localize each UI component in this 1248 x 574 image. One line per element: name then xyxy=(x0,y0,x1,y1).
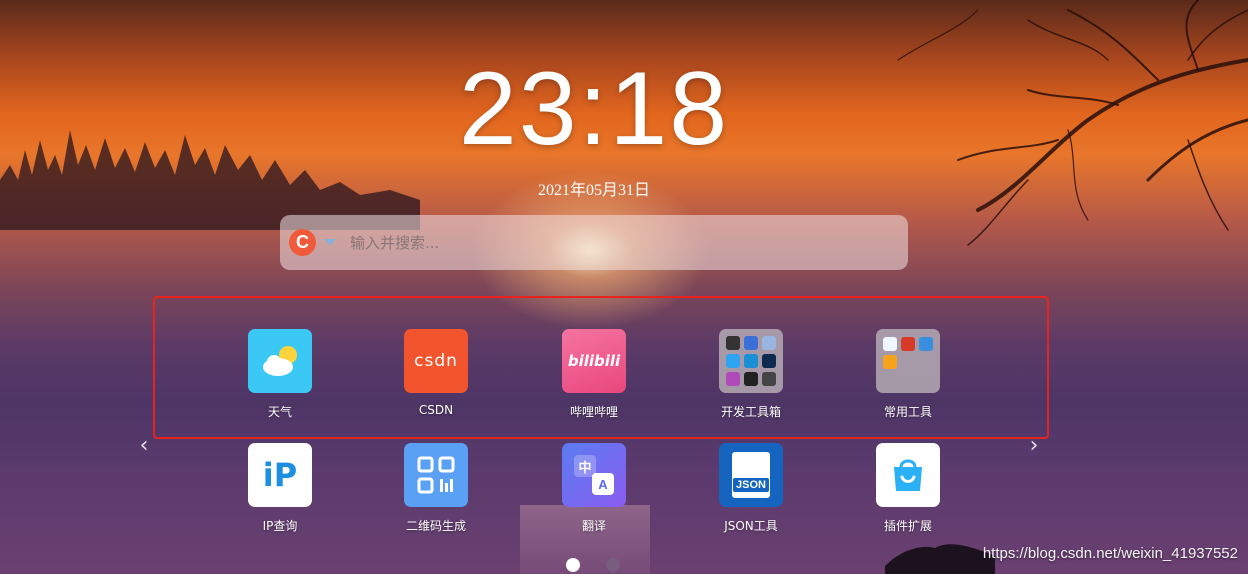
engine-dropdown-icon[interactable] xyxy=(324,239,336,246)
clock-time: 23:18 xyxy=(458,51,730,167)
search-bar[interactable]: C xyxy=(280,215,908,270)
prev-page-arrow-icon[interactable]: ‹ xyxy=(131,432,157,458)
search-input[interactable] xyxy=(350,233,850,252)
ip-icon-text: iP xyxy=(262,456,298,494)
app-weather[interactable]: 天气 xyxy=(230,329,330,420)
qrcode-icon xyxy=(404,443,468,507)
common-tools-folder-icon xyxy=(876,329,940,393)
next-page-arrow-icon[interactable]: › xyxy=(1021,432,1047,458)
page-dot-2[interactable] xyxy=(606,558,620,572)
app-csdn[interactable]: CSDN CSDN xyxy=(386,329,486,417)
json-icon: JSON xyxy=(719,443,783,507)
app-common-tools[interactable]: 常用工具 xyxy=(858,329,958,420)
app-label: CSDN xyxy=(418,403,454,417)
app-label: JSON工具 xyxy=(724,519,778,533)
app-label: 插件扩展 xyxy=(883,519,932,533)
app-bilibili[interactable]: bilibili 哔哩哔哩 xyxy=(544,329,644,420)
app-label: IP查询 xyxy=(262,519,298,533)
app-ip-lookup[interactable]: iP IP查询 xyxy=(230,443,330,534)
app-label: 哔哩哔哩 xyxy=(569,405,618,419)
app-label: 常用工具 xyxy=(883,405,932,419)
translate-icon-top: 中 xyxy=(578,459,592,475)
csdn-icon: CSDN xyxy=(404,329,468,393)
app-label: 天气 xyxy=(267,405,292,419)
translate-icon-bottom: A xyxy=(598,476,608,492)
translate-icon: 中 A xyxy=(562,443,626,507)
app-label: 开发工具箱 xyxy=(720,405,781,419)
csdn-icon-text: CSDN xyxy=(414,351,458,371)
extension-store-icon xyxy=(876,443,940,507)
dev-toolbox-folder-icon xyxy=(719,329,783,393)
app-label: 二维码生成 xyxy=(405,519,466,533)
weather-icon xyxy=(248,329,312,393)
app-qrcode[interactable]: 二维码生成 xyxy=(386,443,486,534)
search-engine-icon[interactable]: C xyxy=(289,229,316,256)
pagination xyxy=(566,558,620,572)
clock-date: 2021年05月31日 xyxy=(537,182,650,199)
app-extensions[interactable]: 插件扩展 xyxy=(858,443,958,534)
app-json-tool[interactable]: JSON JSON工具 xyxy=(701,443,801,534)
ip-lookup-icon: iP xyxy=(248,443,312,507)
app-label: 翻译 xyxy=(581,519,606,533)
app-translate[interactable]: 中 A 翻译 xyxy=(544,443,644,534)
bilibili-icon-text: bilibili xyxy=(567,352,621,370)
app-dev-toolbox[interactable]: 开发工具箱 xyxy=(701,329,801,420)
json-icon-text: JSON xyxy=(733,478,769,492)
bilibili-icon: bilibili xyxy=(562,329,626,393)
page-dot-1[interactable] xyxy=(566,558,580,572)
watermark-text: https://blog.csdn.net/weixin_41937552 xyxy=(982,545,1238,562)
